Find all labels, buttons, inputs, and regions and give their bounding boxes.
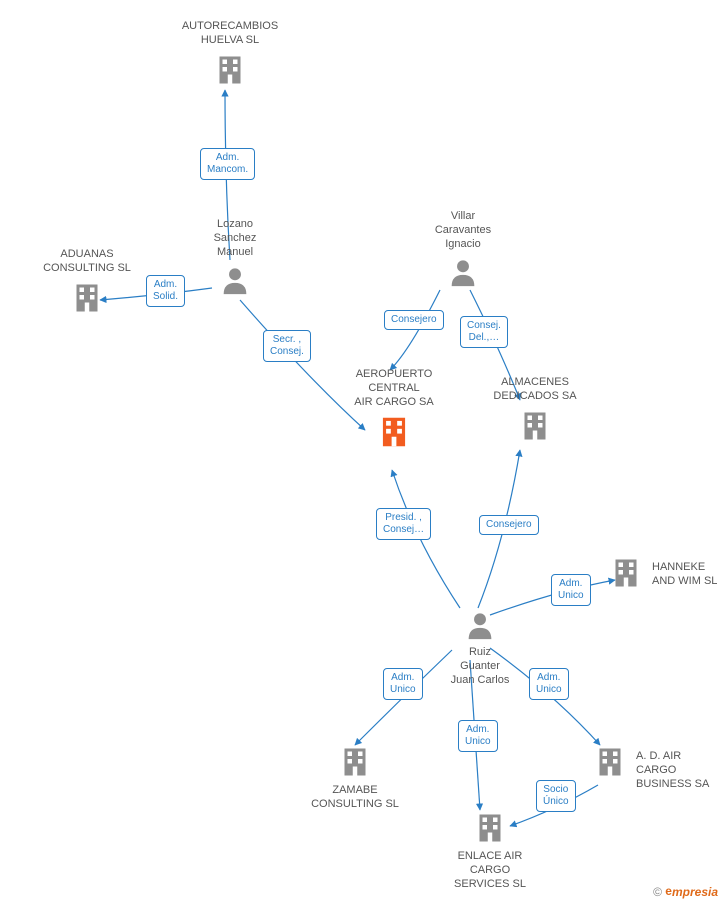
company-label: ENLACE AIR CARGO SERVICES SL [454, 850, 526, 891]
edge-label-adm-unico-hanneke[interactable]: Adm. Unico [551, 574, 591, 606]
company-label: A. D. AIR CARGO BUSINESS SA [636, 750, 709, 791]
company-aduanas[interactable]: ADUANAS CONSULTING SL [32, 248, 142, 316]
person-villar[interactable]: Villar Caravantes Ignacio [418, 210, 508, 289]
building-icon [375, 413, 413, 451]
person-ruiz[interactable]: Ruiz Guanter Juan Carlos [440, 608, 520, 687]
building-icon [472, 810, 508, 846]
person-lozano[interactable]: Lozano Sanchez Manuel [195, 218, 275, 297]
company-label: AEROPUERTO CENTRAL AIR CARGO SA [354, 368, 433, 409]
person-label: Lozano Sanchez Manuel [214, 218, 257, 259]
company-label: ALMACENES DEDICADOS SA [493, 376, 576, 404]
edge-label-adm-unico-adcargo[interactable]: Adm. Unico [529, 668, 569, 700]
edge-label-adm-mancom[interactable]: Adm. Mancom. [200, 148, 255, 180]
company-enlace[interactable]: ENLACE AIR CARGO SERVICES SL [440, 810, 540, 891]
company-label: AUTORECAMBIOS HUELVA SL [182, 20, 278, 48]
copyright-symbol: © [653, 885, 662, 899]
person-label: Villar Caravantes Ignacio [435, 210, 491, 251]
edge-label-secr-consej[interactable]: Secr. , Consej. [263, 330, 311, 362]
edge-label-adm-unico-zamabe[interactable]: Adm. Unico [383, 668, 423, 700]
company-zamabe[interactable]: ZAMABE CONSULTING SL [300, 744, 410, 812]
edge-label-adm-solid[interactable]: Adm. Solid. [146, 275, 185, 307]
company-label: ZAMABE CONSULTING SL [311, 784, 399, 812]
edge-label-adm-unico-enlace[interactable]: Adm. Unico [458, 720, 498, 752]
company-autorecambios[interactable]: AUTORECAMBIOS HUELVA SL [170, 20, 290, 88]
person-label: Ruiz Guanter Juan Carlos [451, 646, 510, 687]
building-icon [608, 555, 644, 591]
building-icon [337, 744, 373, 780]
company-almacenes[interactable]: ALMACENES DEDICADOS SA [480, 376, 590, 444]
edge-label-presid-consej[interactable]: Presid. , Consej… [376, 508, 431, 540]
copyright: © empresia [653, 885, 718, 899]
person-icon [463, 608, 497, 642]
building-icon [212, 52, 248, 88]
edge-label-consejero-villar-central[interactable]: Consejero [384, 310, 444, 330]
person-icon [218, 263, 252, 297]
building-icon [517, 408, 553, 444]
company-label: HANNEKE AND WIM SL [652, 561, 717, 589]
company-ad-cargo[interactable]: A. D. AIR CARGO BUSINESS SA [592, 744, 628, 780]
building-icon [592, 744, 628, 780]
company-label: ADUANAS CONSULTING SL [43, 248, 131, 276]
person-icon [446, 255, 480, 289]
edge-label-consejero-ruiz-almacenes[interactable]: Consejero [479, 515, 539, 535]
company-aeropuerto-central[interactable]: AEROPUERTO CENTRAL AIR CARGO SA [334, 368, 454, 451]
brand-rest: mpresia [672, 885, 718, 899]
company-hanneke[interactable]: HANNEKE AND WIM SL [608, 555, 644, 591]
edge-label-socio-unico[interactable]: Socio Único [536, 780, 576, 812]
edge-label-consej-del[interactable]: Consej. Del.,… [460, 316, 508, 348]
brand-first-letter: e [665, 884, 672, 898]
building-icon [69, 280, 105, 316]
